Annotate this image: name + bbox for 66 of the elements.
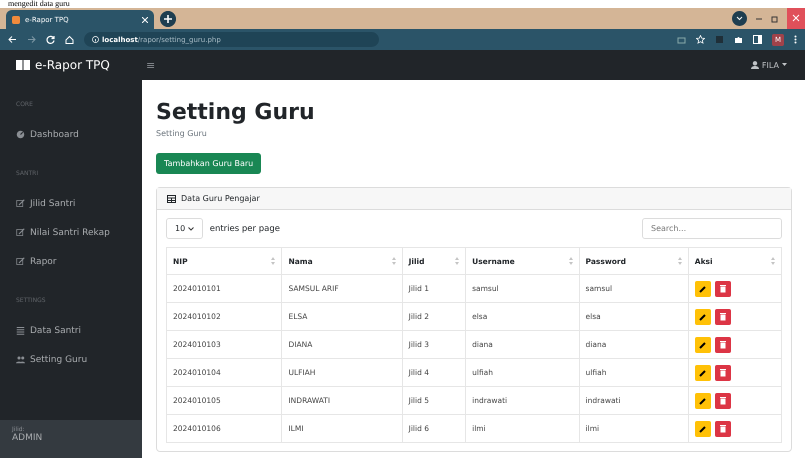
trash-icon [718, 340, 727, 349]
user-menu[interactable]: FILA [762, 60, 779, 70]
user-icon[interactable] [750, 61, 759, 69]
sidebar-item[interactable]: Dashboard [16, 120, 126, 149]
new-tab-icon[interactable] [160, 11, 176, 27]
pencil-icon [698, 312, 707, 320]
chevron-down-icon[interactable] [188, 227, 194, 231]
sidebar-item[interactable]: Nilai Santri Rekap [16, 218, 126, 247]
per-page-select[interactable]: 10 [166, 218, 203, 239]
gauge-icon [16, 130, 25, 139]
back-arrow-icon[interactable] [8, 35, 17, 44]
sidebar-item[interactable]: Data Santri [16, 316, 126, 345]
edit-button[interactable] [694, 420, 711, 436]
search-field[interactable]: Search... [642, 218, 782, 239]
breadcrumb: Setting Guru [156, 129, 208, 138]
page-title: Setting Guru [156, 100, 316, 125]
reload-icon[interactable] [46, 35, 55, 44]
caption-text: mengedit data guru [7, 0, 71, 8]
edit-icon [16, 228, 25, 237]
edit-button[interactable] [694, 280, 711, 296]
caret-icon[interactable] [782, 63, 787, 67]
delete-button[interactable] [714, 420, 731, 436]
edit-icon [16, 199, 25, 208]
trash-icon [718, 424, 727, 433]
users-icon [16, 355, 25, 364]
add-teacher-button[interactable]: Tambahkan Guru Baru [156, 153, 262, 174]
trash-icon [718, 396, 727, 405]
edit-button[interactable] [694, 364, 711, 380]
delete-button[interactable] [714, 392, 731, 408]
footer-value: ADMIN [12, 433, 44, 443]
sidebar-item[interactable]: Setting Guru [16, 345, 126, 374]
brand-title[interactable]: e-Rapor TPQ [35, 58, 110, 72]
close-icon[interactable] [142, 16, 148, 22]
delete-button[interactable] [714, 364, 731, 380]
delete-button[interactable] [714, 280, 731, 296]
edit-button[interactable] [694, 392, 711, 408]
sidebar-item[interactable]: Jilid Santri [16, 189, 126, 218]
sidebar-item[interactable]: Rapor [16, 247, 126, 276]
star-icon[interactable] [696, 35, 705, 44]
card-title: Data Guru Pengajar [181, 194, 260, 203]
list-icon [16, 326, 25, 335]
pencil-icon [698, 396, 707, 404]
info-icon[interactable] [92, 36, 99, 43]
home-icon[interactable] [65, 35, 74, 44]
pencil-icon [698, 424, 707, 432]
trash-icon [718, 284, 727, 293]
restore-icon[interactable] [771, 14, 779, 22]
pencil-icon [698, 368, 707, 376]
trash-icon [718, 312, 727, 321]
more-icon[interactable] [794, 35, 797, 44]
delete-button[interactable] [714, 336, 731, 352]
table-icon [167, 194, 176, 202]
edit-icon [16, 257, 25, 266]
per-page-label: entries per page [210, 224, 280, 234]
pencil-icon [698, 340, 707, 348]
book-icon [16, 60, 30, 70]
menu-toggle[interactable]: ≡ [146, 58, 156, 72]
trash-icon [718, 368, 727, 377]
delete-button[interactable] [714, 308, 731, 324]
favicon-icon [12, 16, 20, 24]
forward-arrow-icon[interactable] [27, 35, 36, 44]
edit-button[interactable] [694, 308, 711, 324]
edit-button[interactable] [694, 336, 711, 352]
pencil-icon [698, 284, 707, 292]
chevron-down-icon[interactable] [732, 11, 747, 26]
sidebar-icon[interactable] [753, 35, 762, 44]
